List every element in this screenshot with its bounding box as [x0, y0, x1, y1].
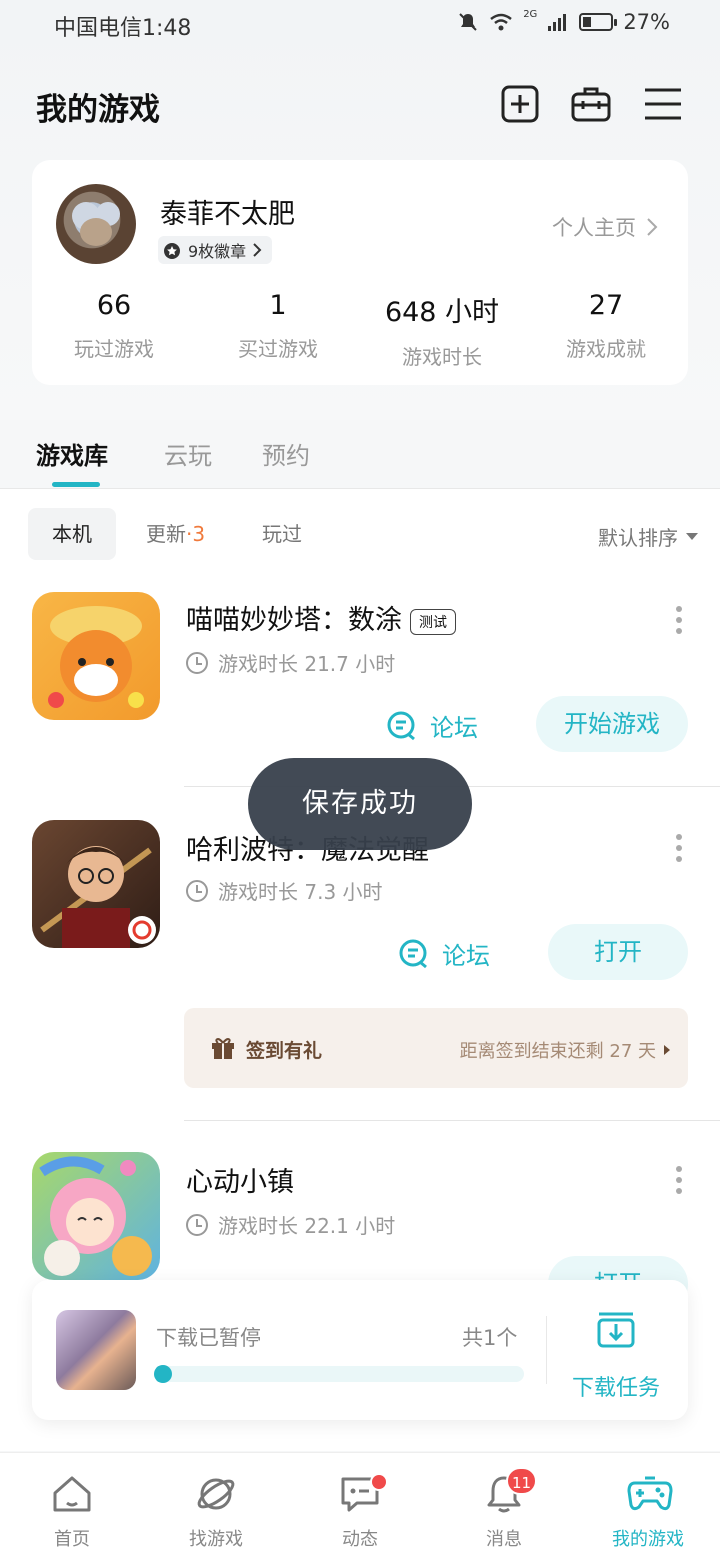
badge-chip[interactable]: 9枚徽章 [158, 236, 273, 264]
more-options-icon[interactable] [676, 606, 684, 634]
tab-bar: 游戏库 云玩 预约 [0, 420, 720, 489]
planet-icon [197, 1478, 235, 1510]
gamepad-icon [627, 1476, 673, 1511]
signal-icon [548, 14, 567, 31]
battery-level: 27% [623, 10, 670, 34]
download-tasks-button[interactable]: 下载任务 [566, 1306, 666, 1402]
toast-message: 保存成功 [248, 758, 472, 850]
forum-icon [387, 711, 415, 740]
sort-dropdown[interactable]: 默认排序 [598, 522, 698, 551]
forum-button[interactable]: 论坛 [398, 936, 490, 971]
nav-feed[interactable]: 动态 [288, 1453, 432, 1561]
divider [546, 1316, 547, 1384]
nav-find-games[interactable]: 找游戏 [144, 1453, 288, 1561]
stat-play-time[interactable]: 648 小时 游戏时长 [360, 290, 524, 370]
add-game-icon[interactable] [500, 84, 540, 124]
filter-update[interactable]: 更新·3 [146, 508, 205, 560]
mute-bell-icon [459, 13, 477, 31]
checkin-remaining: 距离签到结束还剩 27 天 [459, 1041, 656, 1062]
profile-card: 泰菲不太肥 9枚徽章 个人主页 66 玩过游戏 1 买过游戏 648 小时 游戏… [32, 160, 688, 385]
tab-game-library[interactable]: 游戏库 [36, 436, 108, 471]
filter-local[interactable]: 本机 [28, 508, 116, 560]
chevron-right-icon [253, 243, 262, 257]
game-title[interactable]: 喵喵妙妙塔：数涂 测试 [186, 598, 456, 637]
game-icon-meow-tower[interactable] [32, 592, 160, 720]
stat-achievements[interactable]: 27 游戏成就 [524, 290, 688, 362]
caret-down-icon [686, 533, 698, 540]
more-options-icon[interactable] [676, 834, 684, 862]
home-icon [53, 1476, 91, 1512]
update-count: ·3 [186, 522, 206, 546]
game-playtime: 游戏时长 22.1 小时 [186, 1210, 395, 1239]
menu-icon[interactable] [643, 84, 683, 124]
clock-icon [186, 1213, 208, 1236]
triangle-right-icon [664, 1045, 670, 1055]
test-tag: 测试 [410, 608, 456, 635]
carrier-time: 中国电信1:48 [54, 16, 192, 41]
forum-icon [399, 939, 427, 968]
gift-icon [212, 1038, 234, 1059]
download-progress-bar [154, 1365, 524, 1383]
battery-icon [579, 13, 618, 31]
game-title[interactable]: 心动小镇 [186, 1160, 294, 1199]
bottom-nav: 首页 找游戏 动态 11 消息 我的游戏 [0, 1452, 720, 1561]
start-game-button[interactable]: 开始游戏 [536, 696, 688, 752]
page-title: 我的游戏 [36, 92, 160, 128]
stat-bought-games[interactable]: 1 买过游戏 [196, 290, 360, 362]
download-status: 下载已暂停 [156, 1326, 261, 1350]
open-game-button[interactable]: 打开 [548, 924, 688, 980]
more-options-icon[interactable] [676, 1166, 684, 1194]
game-playtime: 游戏时长 21.7 小时 [186, 648, 395, 677]
checkin-label: 签到有礼 [246, 1040, 323, 1062]
download-tray-icon [597, 1312, 635, 1348]
game-playtime: 游戏时长 7.3 小时 [186, 876, 383, 905]
wifi-icon [490, 13, 512, 31]
filter-played[interactable]: 玩过 [262, 508, 302, 560]
status-bar: 中国电信1:48 2G 27% [0, 0, 720, 50]
stat-played-games[interactable]: 66 玩过游戏 [32, 290, 196, 362]
download-count: 共1个 [462, 1326, 518, 1350]
tab-active-indicator [52, 482, 100, 487]
tab-cloud-play[interactable]: 云玩 [164, 436, 212, 471]
game-icon-harry-potter[interactable] [32, 820, 160, 948]
checkin-banner[interactable]: 签到有礼 距离签到结束还剩 27 天 [184, 1008, 688, 1088]
toolbox-icon[interactable] [571, 84, 611, 124]
chevron-right-icon [647, 218, 658, 236]
tab-reservation[interactable]: 预约 [262, 436, 310, 471]
avatar[interactable] [56, 184, 136, 264]
clock-icon [186, 879, 208, 902]
username[interactable]: 泰菲不太肥 [160, 192, 295, 231]
medal-icon [164, 243, 180, 259]
nav-home[interactable]: 首页 [0, 1453, 144, 1561]
badge-count: 9枚徽章 [188, 242, 247, 261]
homepage-link[interactable]: 个人主页 [552, 212, 658, 242]
nav-my-games[interactable]: 我的游戏 [576, 1453, 720, 1561]
forum-button[interactable]: 论坛 [386, 708, 478, 743]
download-game-thumbnail [56, 1310, 136, 1390]
divider [184, 1120, 720, 1121]
network-type: 2G [523, 8, 538, 20]
message-badge: 11 [506, 1467, 538, 1495]
notification-dot [370, 1473, 388, 1491]
download-progress-knob [154, 1365, 172, 1383]
nav-messages[interactable]: 11 消息 [432, 1453, 576, 1561]
clock-icon [186, 651, 208, 674]
game-icon-heart-town[interactable] [32, 1152, 160, 1280]
download-panel[interactable]: 下载已暂停 共1个 下载任务 [32, 1280, 688, 1420]
